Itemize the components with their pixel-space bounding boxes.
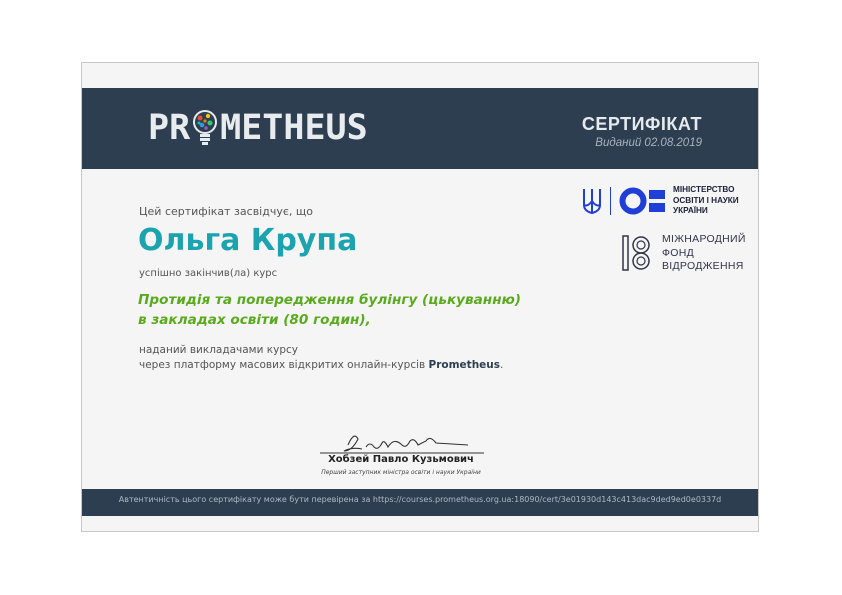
- provider-line2-prefix: через платформу масових відкритих онлайн…: [139, 359, 429, 371]
- provider-line1: наданий викладачами курсу: [139, 344, 298, 356]
- issue-date: Виданий 02.08.2019: [595, 137, 702, 149]
- completed-text: успішно закінчив(ла) курс: [139, 268, 278, 279]
- ministry-name-line: УКРАЇНИ: [673, 206, 708, 215]
- signer-name: Хобзей Павло Кузьмович: [328, 454, 474, 465]
- logo-text-left: PR: [148, 108, 191, 148]
- fund-name-line: МІЖНАРОДНИЙ: [662, 233, 746, 245]
- certificate-header: PR METHEUS СЕРТИФІКАТ Виданий 02.08.2019: [82, 88, 758, 169]
- signer-title: Перший заступник міністра освіти і науки…: [321, 469, 481, 476]
- ministry-name: МІНІСТЕРСТВО ОСВІТИ І НАУКИ УКРАЇНИ: [673, 185, 739, 217]
- ministry-emblem-icon: [619, 187, 665, 215]
- course-title-line1: Протидія та попередження булінгу (цькува…: [138, 292, 522, 308]
- certificate: PR METHEUS СЕРТИФІКАТ Виданий 02.08.2019…: [81, 62, 759, 532]
- provider-line2: через платформу масових відкритих онлайн…: [139, 358, 503, 373]
- course-title-line2: в закладах освіти (80 годин),: [138, 312, 371, 328]
- ministry-name-line: ОСВІТИ І НАУКИ: [673, 195, 739, 205]
- recipient-name: Ольга Крупа: [138, 223, 358, 258]
- ministry-logo: МІНІСТЕРСТВО ОСВІТИ І НАУКИ УКРАЇНИ: [582, 185, 739, 217]
- prometheus-logo: PR METHEUS: [148, 110, 368, 146]
- course-title: Протидія та попередження булінгу (цькува…: [138, 290, 521, 330]
- logo-text-right: METHEUS: [220, 108, 368, 148]
- ministry-name-line: МІНІСТЕРСТВО: [673, 185, 735, 194]
- provider-text: наданий викладачами курсу через платформ…: [139, 343, 503, 373]
- fund-name-line: ФОНД: [662, 246, 695, 259]
- verification-footer: Автентичність цього сертифікату може бут…: [82, 489, 758, 516]
- lightbulb-icon: [193, 110, 218, 145]
- provider-suffix: .: [500, 359, 504, 371]
- trident-icon: [583, 188, 601, 214]
- ministry-divider: [610, 186, 611, 215]
- certificate-title: СЕРТИФІКАТ: [581, 114, 702, 134]
- provider-brand: Prometheus: [428, 359, 501, 371]
- fund-name-line: ВІДРОДЖЕННЯ: [662, 260, 744, 272]
- intro-text: Цей сертифікат засвідчує, що: [139, 205, 313, 218]
- fund-logo: МІЖНАРОДНИЙ ФОНД ВІДРОДЖЕННЯ: [622, 233, 746, 274]
- fund-name: МІЖНАРОДНИЙ ФОНД ВІДРОДЖЕННЯ: [662, 233, 746, 274]
- fund-emblem-icon: [622, 235, 650, 271]
